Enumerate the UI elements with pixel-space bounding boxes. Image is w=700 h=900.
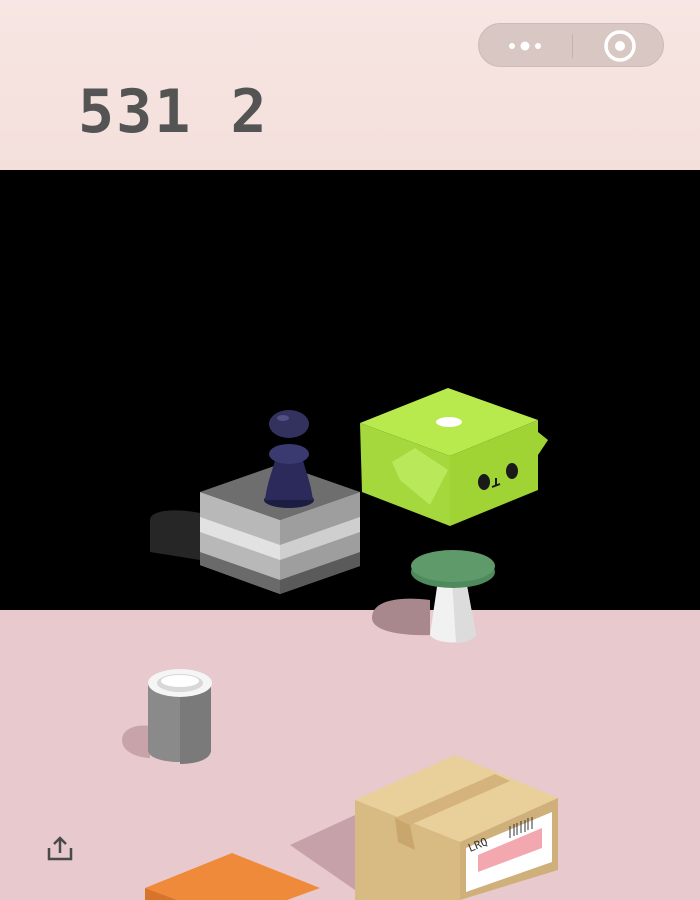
cardboard-box: LRQ (355, 755, 558, 900)
grey-can (148, 669, 212, 764)
carton-shadow (290, 815, 355, 890)
green-cat-box (360, 388, 548, 526)
share-button[interactable] (44, 834, 76, 864)
share-upload-icon (47, 836, 73, 861)
can-shadow (122, 725, 150, 758)
orange-block (145, 853, 320, 900)
stool-shadow (372, 598, 430, 636)
game-scene: LRQ (122, 388, 558, 900)
player-piece (264, 410, 314, 508)
grey-platform-shadow (150, 510, 200, 560)
game-screen[interactable]: 531 2 LRQ (0, 0, 700, 900)
